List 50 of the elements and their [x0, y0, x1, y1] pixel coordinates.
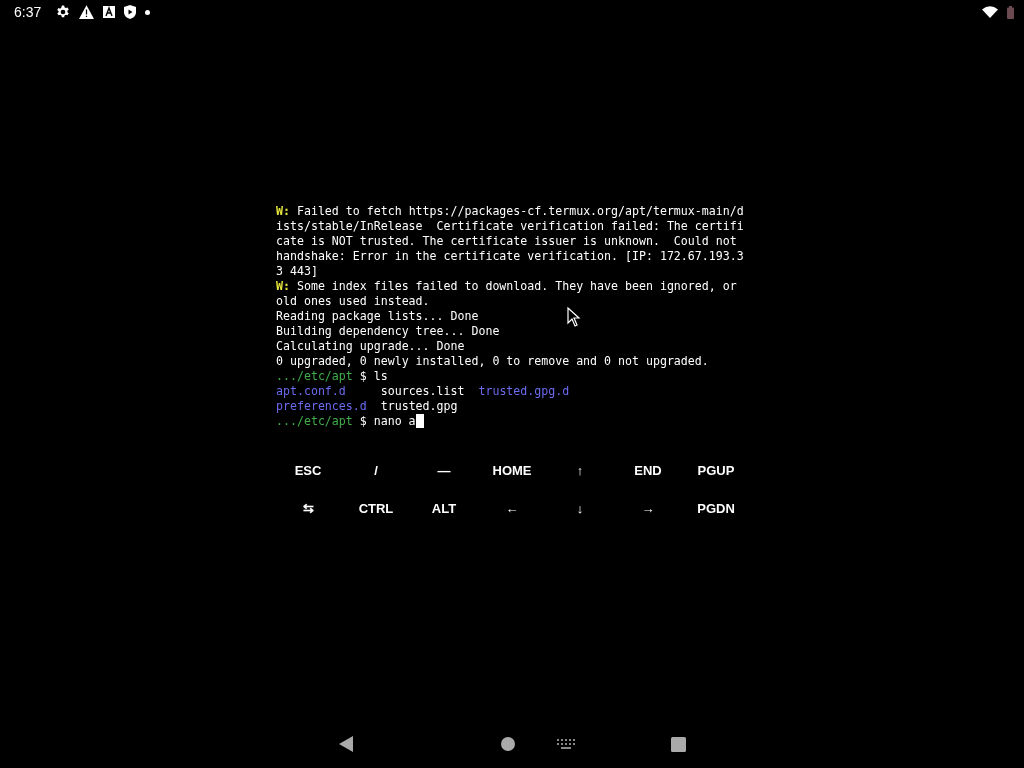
battery-icon	[1007, 5, 1014, 19]
output-text: 0 upgraded, 0 newly installed, 0 to remove and 0 not upgraded.	[276, 354, 709, 368]
output-text: Calculating upgrade... Done	[276, 339, 465, 353]
extra-key[interactable]: ⇆	[302, 500, 314, 516]
warning-icon	[79, 5, 95, 19]
output-text: $ nano a	[358, 414, 416, 428]
extra-key[interactable]: ESC	[294, 462, 322, 478]
text-cursor	[415, 414, 424, 428]
output-text: $ ls	[358, 369, 388, 383]
extra-key[interactable]: HOME	[492, 462, 532, 478]
extra-key[interactable]: CTRL	[358, 500, 394, 516]
shield-icon	[124, 5, 137, 19]
extra-key[interactable]: ↑	[576, 462, 584, 478]
extra-key[interactable]: →	[641, 500, 655, 516]
extra-key[interactable]: ALT	[431, 500, 457, 516]
prompt-path: .../etc/apt	[276, 414, 353, 428]
warning-label: W:	[276, 204, 290, 218]
output-text: Failed to fetch https://packages-cf.termux.org/apt/termux-main/d	[295, 204, 744, 218]
wifi-icon	[982, 6, 998, 18]
output-text: Building dependency tree... Done	[276, 324, 500, 338]
directory-name: trusted.gpg.d	[478, 384, 570, 398]
app-notification-icon	[103, 6, 116, 18]
extra-key[interactable]: PGUP	[697, 462, 735, 478]
keyboard-icon[interactable]	[556, 739, 575, 749]
extra-key[interactable]: ↓	[576, 500, 584, 516]
dot-icon	[145, 9, 151, 15]
extra-key[interactable]: ←	[505, 500, 519, 516]
output-text: handshake: Error in the certificate verification. [IP: 172.67.193.3	[276, 249, 744, 263]
home-icon[interactable]	[500, 737, 515, 751]
extra-key[interactable]: PGDN	[697, 500, 735, 516]
gear-icon	[56, 5, 71, 19]
output-text: Reading package lists... Done	[276, 309, 479, 323]
prompt-path: .../etc/apt	[276, 369, 353, 383]
mouse-pointer-icon	[567, 307, 581, 327]
output-text: old ones used instead.	[276, 294, 430, 308]
output-text: Some index files failed to download. They have been ignored, or	[295, 279, 737, 293]
extra-key[interactable]: —	[437, 462, 451, 478]
directory-name: apt.conf.d	[276, 384, 346, 398]
extra-key[interactable]: END	[634, 462, 662, 478]
extra-key[interactable]: /	[374, 462, 378, 478]
directory-name: preferences.d	[276, 399, 367, 413]
recents-icon[interactable]	[670, 736, 686, 752]
clock-time: 6:37	[14, 4, 42, 20]
output-text: trusted.gpg	[379, 399, 458, 413]
output-text: ists/stable/InRelease Certificate verification failed: The certifi	[276, 219, 744, 233]
output-text: cate is NOT trusted. The certificate issuer is unknown. Could not	[276, 234, 737, 248]
output-text: 3 443]	[276, 264, 318, 278]
output-text: sources.list	[379, 384, 466, 398]
back-icon[interactable]	[338, 736, 353, 752]
warning-label: W:	[276, 279, 290, 293]
